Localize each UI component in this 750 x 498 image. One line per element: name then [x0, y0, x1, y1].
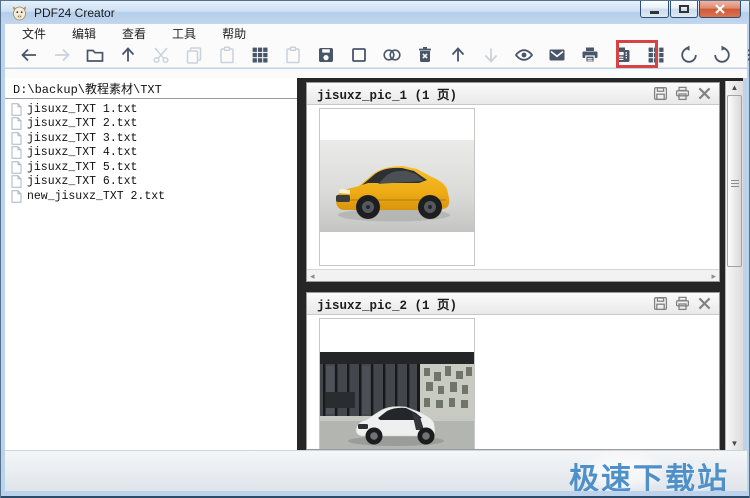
- document-2-header[interactable]: jisuxz_pic_2 (1 页): [307, 293, 719, 315]
- current-path: D:\backup\教程素材\TXT: [5, 78, 297, 99]
- paste-icon: [217, 45, 237, 65]
- menu-help[interactable]: 帮助: [213, 24, 255, 43]
- email-icon[interactable]: [547, 45, 567, 65]
- menu-file[interactable]: 文件: [13, 24, 55, 43]
- thumbnails-icon[interactable]: [250, 45, 270, 65]
- open-folder-icon[interactable]: [85, 45, 105, 65]
- menu-bar: 文件 编辑 查看 工具 帮助: [5, 24, 747, 42]
- grid-view-icon[interactable]: [646, 45, 666, 65]
- scroll-up-icon[interactable]: ▲: [726, 81, 743, 94]
- document-preview-panel: jisuxz_pic_1 (1 页): [297, 78, 743, 450]
- page-down-icon: [481, 45, 501, 65]
- white-sports-car-photo: [320, 352, 474, 450]
- back-icon[interactable]: [19, 45, 39, 65]
- file-row[interactable]: jisuxz_TXT 2.txt: [11, 117, 297, 132]
- file-name: jisuxz_TXT 6.txt: [27, 175, 137, 188]
- file-row[interactable]: jisuxz_TXT 1.txt: [11, 102, 297, 117]
- move-up-level-icon[interactable]: [118, 45, 138, 65]
- vscroll-thumb[interactable]: [727, 95, 742, 267]
- file-row[interactable]: jisuxz_TXT 5.txt: [11, 160, 297, 175]
- file-icon: [11, 161, 22, 174]
- file-name: jisuxz_TXT 3.txt: [27, 132, 137, 145]
- file-row[interactable]: jisuxz_TXT 3.txt: [11, 131, 297, 146]
- menu-edit[interactable]: 编辑: [63, 24, 105, 43]
- file-icon: [11, 175, 22, 188]
- yellow-suv-photo: [320, 140, 474, 232]
- blank-page-icon[interactable]: [349, 45, 369, 65]
- file-browser-panel: D:\backup\教程素材\TXT jisuxz_TXT 1.txt jisu…: [5, 78, 297, 450]
- file-list: jisuxz_TXT 1.txt jisuxz_TXT 2.txt jisuxz…: [5, 99, 297, 204]
- print-icon[interactable]: [675, 86, 690, 101]
- maximize-icon: [679, 5, 689, 13]
- file-name: jisuxz_TXT 4.txt: [27, 146, 137, 159]
- page-up-icon[interactable]: [448, 45, 468, 65]
- file-icon: [11, 117, 22, 130]
- menu-view[interactable]: 查看: [113, 24, 155, 43]
- close-icon[interactable]: [697, 296, 712, 311]
- copy-icon: [184, 45, 204, 65]
- print-icon[interactable]: [675, 296, 690, 311]
- file-row[interactable]: jisuxz_TXT 4.txt: [11, 146, 297, 161]
- save-icon[interactable]: [316, 45, 336, 65]
- scroll-right-icon[interactable]: ▸: [711, 271, 716, 282]
- vscroll-grip: [731, 180, 739, 189]
- toolbar: [5, 42, 747, 68]
- file-name: new_jisuxz_TXT 2.txt: [27, 190, 165, 203]
- file-row[interactable]: new_jisuxz_TXT 2.txt: [11, 189, 297, 204]
- status-bar: 极速下载站: [5, 450, 747, 491]
- file-icon: [11, 190, 22, 203]
- forward-icon: [52, 45, 72, 65]
- file-name: jisuxz_TXT 2.txt: [27, 117, 137, 130]
- document-frame-1: jisuxz_pic_1 (1 页): [306, 82, 720, 282]
- merge-icon[interactable]: [382, 45, 402, 65]
- minimize-icon: [650, 11, 659, 14]
- minimize-button[interactable]: [640, 1, 669, 18]
- document-1-header[interactable]: jisuxz_pic_1 (1 页): [307, 83, 719, 105]
- preview-icon[interactable]: [514, 45, 534, 65]
- window-controls: [639, 1, 741, 18]
- file-icon: [11, 103, 22, 116]
- preview-vscrollbar[interactable]: ▲ ▼: [725, 81, 743, 450]
- print-icon[interactable]: [580, 45, 600, 65]
- document-2-page-1[interactable]: [319, 318, 475, 450]
- file-row[interactable]: jisuxz_TXT 6.txt: [11, 175, 297, 190]
- scroll-down-icon[interactable]: ▼: [726, 437, 743, 450]
- delete-icon[interactable]: [415, 45, 435, 65]
- document-1-hscrollbar[interactable]: ◂ ▸: [307, 269, 719, 282]
- toolbar-strip: [5, 69, 747, 78]
- document-2-content: [307, 315, 719, 450]
- maximize-button[interactable]: [670, 1, 698, 18]
- fax-icon[interactable]: [613, 45, 633, 65]
- window-bottom-border: [1, 491, 749, 498]
- save-icon[interactable]: [653, 296, 668, 311]
- scroll-left-icon[interactable]: ◂: [310, 271, 315, 282]
- window-title: PDF24 Creator: [34, 6, 115, 20]
- file-name: jisuxz_TXT 1.txt: [27, 103, 137, 116]
- document-1-title: jisuxz_pic_1 (1 页): [317, 84, 457, 103]
- paste-document-icon: [283, 45, 303, 65]
- pdf24-logo-icon: [11, 5, 28, 21]
- close-icon[interactable]: [697, 86, 712, 101]
- rotate-right-icon[interactable]: [712, 45, 732, 65]
- document-1-page-1[interactable]: [319, 108, 475, 266]
- close-icon: [714, 4, 726, 14]
- document-2-title: jisuxz_pic_2 (1 页): [317, 294, 457, 313]
- menu-tools[interactable]: 工具: [163, 24, 205, 43]
- pdf24-window: PDF24 Creator 文件 编辑 查看 工具 帮助: [0, 0, 750, 498]
- file-icon: [11, 146, 22, 159]
- close-button[interactable]: [699, 1, 741, 18]
- cut-icon: [151, 45, 171, 65]
- file-name: jisuxz_TXT 5.txt: [27, 161, 137, 174]
- document-1-content: [307, 105, 719, 269]
- file-icon: [11, 132, 22, 145]
- options-icon[interactable]: [745, 45, 750, 65]
- titlebar: PDF24 Creator: [1, 1, 749, 24]
- save-icon[interactable]: [653, 86, 668, 101]
- document-frame-2: jisuxz_pic_2 (1 页): [306, 292, 720, 450]
- rotate-left-icon[interactable]: [679, 45, 699, 65]
